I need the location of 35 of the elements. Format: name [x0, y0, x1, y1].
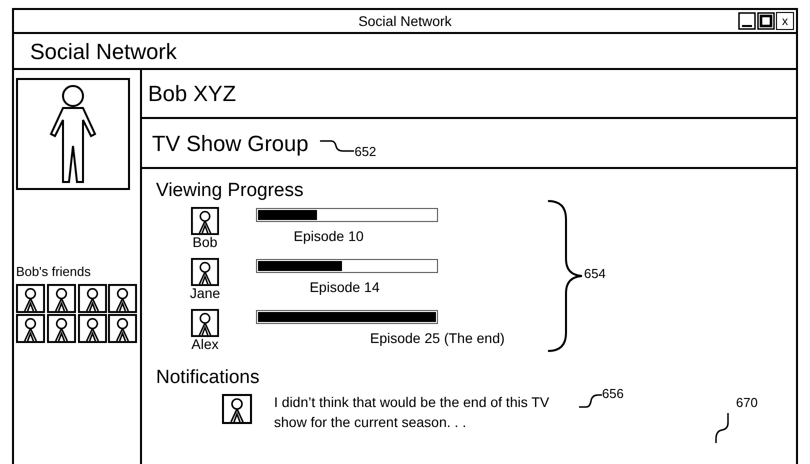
reference-numeral: 652 [354, 143, 376, 162]
friend-avatar-icon [16, 284, 45, 312]
leader-line [714, 413, 730, 443]
member-avatar-icon [191, 207, 219, 235]
group-title: TV Show Group [152, 130, 309, 158]
close-button[interactable]: x [776, 12, 794, 30]
reference-numeral: 670 [736, 394, 758, 412]
episode-label: Episode 14 [310, 278, 381, 297]
friend-avatar-icon [16, 314, 45, 342]
window-title: Social Network [358, 12, 452, 30]
profile-name: Bob XYZ [148, 80, 236, 108]
episode-label: Episode 25 (The end) [370, 329, 505, 348]
friend-avatar-icon [78, 284, 106, 312]
friend-avatar-icon [46, 284, 76, 312]
leader-line [318, 139, 355, 153]
friend-avatar-icon [78, 314, 106, 342]
app-title: Social Network [30, 38, 177, 66]
notification-avatar-icon [222, 394, 252, 424]
member-name: Bob [192, 235, 218, 249]
member-avatar-icon [191, 258, 219, 286]
reference-numeral: 656 [602, 385, 624, 403]
friend-avatar-icon [46, 314, 76, 342]
member-name: Alex [191, 337, 219, 351]
member-avatar-icon [191, 309, 219, 337]
maximize-icon[interactable] [757, 12, 775, 30]
friend-avatar-icon [108, 284, 138, 312]
friends-label: Bob's friends [16, 263, 92, 281]
friend-avatar-icon [108, 314, 138, 342]
section-heading: Notifications [156, 366, 260, 390]
section-heading: Viewing Progress [156, 179, 305, 203]
minimize-icon[interactable] [738, 12, 756, 30]
member-name: Jane [190, 286, 220, 300]
episode-label: Episode 10 [294, 227, 365, 246]
reference-numeral: 654 [584, 264, 606, 283]
notification-text: I didn’t think that would be the end of this TV show for the current season. . . [274, 393, 550, 432]
